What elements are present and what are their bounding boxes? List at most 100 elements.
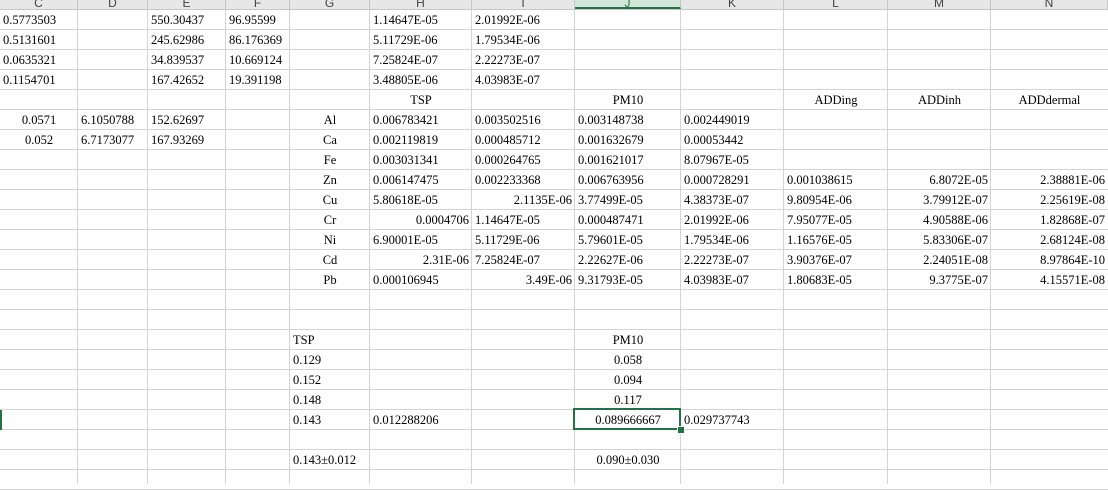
cell-E-row4[interactable]: 167.42652 [148,70,226,90]
cell-N-row12[interactable]: 2.68124E-08 [991,230,1108,250]
column-header-G[interactable]: G [290,0,370,9]
cell-C-row6[interactable]: 0.0571 [0,110,78,130]
cell-G-row23[interactable]: 0.143±0.012 [290,450,370,470]
cell-I-row3[interactable]: 2.22273E-07 [472,50,575,70]
cell-I-row13[interactable]: 7.25824E-07 [472,250,575,270]
cell-N-row11[interactable]: 1.82868E-07 [991,210,1108,230]
cell-H-row11[interactable]: 0.0004706 [370,210,472,230]
cell-E-row2[interactable]: 245.62986 [148,30,226,50]
cell-M-row11[interactable]: 4.90588E-06 [888,210,991,230]
column-header-F[interactable]: F [226,0,290,9]
cell-H-row6[interactable]: 0.006783421 [370,110,472,130]
cell-M-row12[interactable]: 5.83306E-07 [888,230,991,250]
cell-K-row10[interactable]: 4.38373E-07 [681,190,784,210]
cell-I-row6[interactable]: 0.003502516 [472,110,575,130]
cell-L-row5[interactable]: ADDing [784,90,888,110]
column-header-M[interactable]: M [888,0,991,9]
cell-H-row9[interactable]: 0.006147475 [370,170,472,190]
cell-J-row6[interactable]: 0.003148738 [575,110,681,130]
cell-H-row2[interactable]: 5.11729E-06 [370,30,472,50]
cell-I-row11[interactable]: 1.14647E-05 [472,210,575,230]
cell-G-row9[interactable]: Zn [290,170,370,190]
cell-H-row8[interactable]: 0.003031341 [370,150,472,170]
cell-E-row6[interactable]: 152.62697 [148,110,226,130]
cell-L-row10[interactable]: 9.80954E-06 [784,190,888,210]
cell-K-row21[interactable]: 0.029737743 [681,410,784,430]
cell-E-row1[interactable]: 550.30437 [148,10,226,30]
cell-K-row6[interactable]: 0.002449019 [681,110,784,130]
cell-J-row11[interactable]: 0.000487471 [575,210,681,230]
column-header-C[interactable]: C [0,0,78,9]
cell-J-row20[interactable]: 0.117 [575,390,681,410]
cell-G-row7[interactable]: Ca [290,130,370,150]
cell-I-row14[interactable]: 3.49E-06 [472,270,575,290]
cell-C-row4[interactable]: 0.1154701 [0,70,78,90]
cell-I-row8[interactable]: 0.000264765 [472,150,575,170]
column-header-D[interactable]: D [78,0,148,9]
column-header-K[interactable]: K [681,0,784,9]
cell-N-row10[interactable]: 2.25619E-08 [991,190,1108,210]
cell-I-row7[interactable]: 0.000485712 [472,130,575,150]
cell-J-row14[interactable]: 9.31793E-05 [575,270,681,290]
fill-handle[interactable] [677,426,685,434]
cell-J-row12[interactable]: 5.79601E-05 [575,230,681,250]
cell-M-row13[interactable]: 2.24051E-08 [888,250,991,270]
cell-M-row10[interactable]: 3.79912E-07 [888,190,991,210]
cell-J-row9[interactable]: 0.006763956 [575,170,681,190]
cell-D-row6[interactable]: 6.1050788 [78,110,148,130]
cell-C-row3[interactable]: 0.0635321 [0,50,78,70]
cell-F-row4[interactable]: 19.391198 [226,70,290,90]
cell-J-row8[interactable]: 0.001621017 [575,150,681,170]
cell-H-row5[interactable]: TSP [370,90,472,110]
cell-H-row21[interactable]: 0.012288206 [370,410,472,430]
column-header-J[interactable]: J [575,0,681,9]
cell-G-row11[interactable]: Cr [290,210,370,230]
cell-G-row6[interactable]: Al [290,110,370,130]
cell-I-row10[interactable]: 2.1135E-06 [472,190,575,210]
cell-L-row9[interactable]: 0.001038615 [784,170,888,190]
cell-K-row14[interactable]: 4.03983E-07 [681,270,784,290]
cell-K-row13[interactable]: 2.22273E-07 [681,250,784,270]
cell-H-row4[interactable]: 3.48805E-06 [370,70,472,90]
cell-L-row11[interactable]: 7.95077E-05 [784,210,888,230]
cell-N-row5[interactable]: ADDdermal [991,90,1108,110]
cell-K-row8[interactable]: 8.07967E-05 [681,150,784,170]
cell-C-row2[interactable]: 0.5131601 [0,30,78,50]
cell-G-row18[interactable]: 0.129 [290,350,370,370]
cell-N-row13[interactable]: 8.97864E-10 [991,250,1108,270]
cell-L-row14[interactable]: 1.80683E-05 [784,270,888,290]
cell-J-row17[interactable]: PM10 [575,330,681,350]
cell-K-row11[interactable]: 2.01992E-06 [681,210,784,230]
cell-I-row1[interactable]: 2.01992E-06 [472,10,575,30]
cell-J-row18[interactable]: 0.058 [575,350,681,370]
cell-G-row19[interactable]: 0.152 [290,370,370,390]
cell-H-row14[interactable]: 0.000106945 [370,270,472,290]
column-header-I[interactable]: I [472,0,575,9]
cell-H-row13[interactable]: 2.31E-06 [370,250,472,270]
column-header-H[interactable]: H [370,0,472,9]
cell-G-row17[interactable]: TSP [290,330,370,350]
cell-M-row5[interactable]: ADDinh [888,90,991,110]
cell-F-row3[interactable]: 10.669124 [226,50,290,70]
cell-G-row8[interactable]: Fe [290,150,370,170]
cell-I-row4[interactable]: 4.03983E-07 [472,70,575,90]
cell-N-row9[interactable]: 2.38881E-06 [991,170,1108,190]
cell-L-row12[interactable]: 1.16576E-05 [784,230,888,250]
cell-J-row23[interactable]: 0.090±0.030 [575,450,681,470]
cell-J-row13[interactable]: 2.22627E-06 [575,250,681,270]
cell-H-row7[interactable]: 0.002119819 [370,130,472,150]
cell-G-row10[interactable]: Cu [290,190,370,210]
cell-D-row7[interactable]: 6.7173077 [78,130,148,150]
cell-G-row20[interactable]: 0.148 [290,390,370,410]
cell-K-row9[interactable]: 0.000728291 [681,170,784,190]
column-header-E[interactable]: E [148,0,226,9]
cell-I-row12[interactable]: 5.11729E-06 [472,230,575,250]
cell-F-row1[interactable]: 96.95599 [226,10,290,30]
active-cell-selection[interactable] [573,408,681,430]
column-header-L[interactable]: L [784,0,888,9]
cell-J-row19[interactable]: 0.094 [575,370,681,390]
cell-K-row7[interactable]: 0.00053442 [681,130,784,150]
cell-F-row2[interactable]: 86.176369 [226,30,290,50]
cell-J-row10[interactable]: 3.77499E-05 [575,190,681,210]
cell-C-row1[interactable]: 0.5773503 [0,10,78,30]
